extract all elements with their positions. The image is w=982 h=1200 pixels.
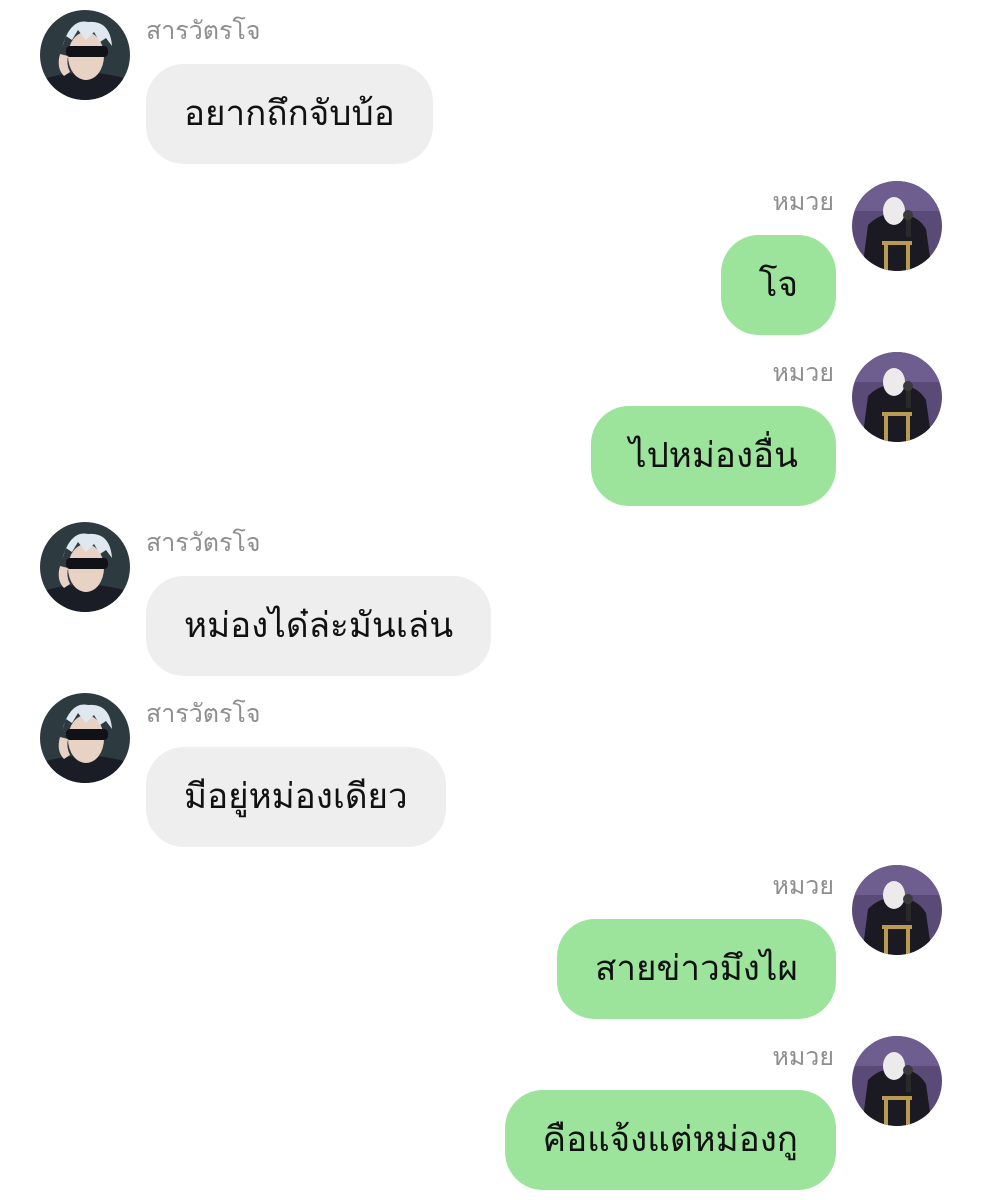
masked-figure-with-microphone-avatar [852, 352, 942, 442]
blindfolded-white-haired-man-avatar [40, 693, 130, 783]
sender-name: สารวัตรโจ [146, 699, 261, 728]
message-bubble[interactable]: ไปหม่องอื่น [590, 406, 836, 506]
message-bubble[interactable]: อยากถึกจับบ้อ [146, 64, 433, 164]
sender-name: หมวย [772, 358, 834, 387]
avatar[interactable] [852, 865, 942, 955]
avatar[interactable] [852, 1036, 942, 1126]
avatar[interactable] [40, 10, 130, 100]
message-bubble[interactable]: โจ [720, 235, 836, 335]
masked-figure-with-microphone-avatar [852, 1036, 942, 1126]
masked-figure-with-microphone-avatar [852, 181, 942, 271]
sender-name: หมวย [772, 1042, 834, 1071]
blindfolded-white-haired-man-avatar [40, 522, 130, 612]
sender-name: หมวย [772, 871, 834, 900]
sender-name: หมวย [772, 187, 834, 216]
message-bubble[interactable]: หม่องได๋ล่ะมันเล่น [146, 576, 492, 676]
avatar[interactable] [852, 352, 942, 442]
blindfolded-white-haired-man-avatar [40, 10, 130, 100]
sender-name: สารวัตรโจ [146, 16, 261, 45]
avatar[interactable] [40, 522, 130, 612]
message-bubble[interactable]: สายข่าวมึงไผ [556, 919, 836, 1019]
avatar[interactable] [40, 693, 130, 783]
message-bubble[interactable]: มีอยู่หม่องเดียว [146, 747, 446, 847]
masked-figure-with-microphone-avatar [852, 865, 942, 955]
avatar[interactable] [852, 181, 942, 271]
message-bubble[interactable]: คือแจ้งแต่หม่องกู [504, 1090, 836, 1190]
sender-name: สารวัตรโจ [146, 528, 261, 557]
